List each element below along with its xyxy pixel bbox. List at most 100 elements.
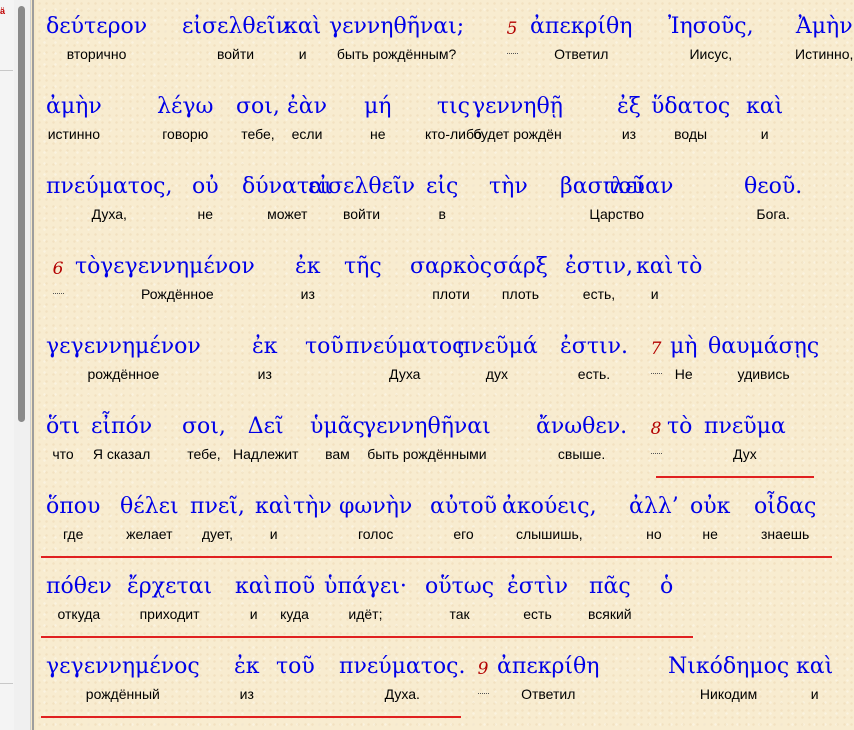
greek-word: πνεῦμα [704, 414, 786, 439]
verse-number-label: 5 [506, 19, 518, 39]
word-pair: θέλει желает [120, 494, 179, 541]
vertical-scrollbar[interactable] [14, 0, 31, 730]
word-pair: δεύτερον вторично [46, 14, 147, 61]
russian-gloss: где [62, 526, 84, 542]
russian-gloss: но [646, 526, 662, 542]
russian-gloss: из [257, 366, 272, 382]
russian-gloss [305, 367, 344, 381]
greek-word: οὐ [192, 174, 219, 199]
verse-marker-dots [52, 287, 64, 294]
russian-gloss: и [249, 606, 258, 622]
greek-word: σάρξ [493, 254, 548, 279]
russian-gloss: будет рождён [473, 126, 562, 142]
verse-number[interactable]: 8 [644, 414, 668, 454]
word-pair: θαυμάσῃς удивись [708, 334, 819, 381]
russian-gloss: плоти [432, 286, 470, 302]
word-pair: πνεύματος, Духа, [46, 174, 173, 221]
russian-gloss: Рождённое [141, 286, 214, 302]
russian-gloss: что [52, 446, 74, 462]
greek-word: οἶδας [754, 494, 817, 519]
pane-marker: ä [0, 6, 6, 16]
russian-gloss: Надлежит [233, 446, 299, 462]
russian-gloss: желает [126, 526, 173, 542]
greek-word: ὑμᾶς [310, 414, 365, 439]
russian-gloss: знаешь [761, 526, 810, 542]
greek-word: ὁ [660, 574, 674, 599]
left-navigation-pane: ä [0, 0, 15, 730]
word-pair: ἀπεκρίθη Ответил [530, 14, 632, 61]
verse-number-label: 7 [650, 339, 662, 359]
verse-number-label: 8 [650, 419, 662, 439]
word-pair: οὐ не [192, 174, 219, 221]
word-pair: ἄνωθεν. свыше. [536, 414, 627, 461]
word-pair: πνεῖ, дует, [190, 494, 245, 541]
word-pair: πόθεν откуда [46, 574, 112, 621]
russian-gloss: истинно [47, 126, 101, 142]
scrollbar-thumb[interactable] [18, 6, 25, 422]
greek-word: τοῦ [606, 174, 645, 199]
text-line: 6 τὸ γεγεννημένον Рождённое ἐκ из τῆς σαρκὸς пло… [36, 240, 854, 320]
text-line: δεύτερον вторично εἰσελθεῖν войти καὶ и γεννηθ… [36, 0, 854, 80]
greek-word: ἐκ [252, 334, 278, 359]
word-pair: γεννηθῆναι; быть рождённым? [329, 14, 464, 61]
russian-gloss: Никодим [699, 686, 758, 702]
word-pair: τοῦ [305, 334, 344, 381]
word-pair: πνεῦμα Дух [704, 414, 786, 461]
word-pair: πνεύματος. Духа. [339, 654, 466, 701]
word-pair: καὶ и [746, 94, 783, 141]
verse-marker-dots [650, 367, 662, 374]
word-pair: καὶ и [235, 574, 272, 621]
greek-word: ἐκ [295, 254, 321, 279]
word-pair: ἀλλ’ но [629, 494, 679, 541]
pane-divider [0, 70, 13, 71]
word-pair: τοῦ [606, 174, 645, 221]
greek-word: γεννηθῆναι; [329, 14, 465, 39]
greek-word: αὐτοῦ [430, 494, 498, 519]
russian-gloss: Духа. [384, 686, 420, 702]
word-pair: ὑπάγει· идёт; [324, 574, 407, 621]
word-pair: πνεῦμά дух [456, 334, 538, 381]
verse-number[interactable]: 9 [471, 654, 495, 694]
greek-word: πόθεν [46, 574, 112, 599]
greek-word: Νικόδημος [668, 654, 790, 679]
russian-gloss: быть рождённым? [336, 46, 457, 62]
pane-splitter[interactable] [32, 0, 34, 730]
word-pair: τὸ [667, 414, 692, 461]
word-pair: τῆς [344, 254, 382, 301]
greek-word: θέλει [120, 494, 179, 519]
verse-number[interactable]: 6 [46, 254, 70, 294]
word-pair: ἐξ из [617, 94, 641, 141]
greek-word: οὐκ [690, 494, 731, 519]
highlight-underline [41, 556, 832, 558]
verse-number[interactable]: 7 [644, 334, 668, 374]
word-pair: ἐὰν если [287, 94, 327, 141]
greek-word: τοῦ [305, 334, 344, 359]
word-pair: σαρκὸς плоти [410, 254, 492, 301]
russian-gloss: свыше. [557, 446, 606, 462]
russian-gloss: приходит [139, 606, 200, 622]
pane-divider [0, 683, 13, 684]
word-pair: Νικόδημος Никодим [668, 654, 789, 701]
word-pair: ἀκούεις, слышишь, [502, 494, 597, 541]
word-pair: λέγω говорю [157, 94, 213, 141]
russian-gloss: Ответил [554, 46, 609, 62]
greek-word: εἰσελθεῖν [182, 14, 290, 39]
word-pair: σοι, тебе, [182, 414, 226, 461]
greek-word: ἀλλ’ [629, 494, 679, 519]
text-line: ἀμὴν истинно λέγω говорю σοι, тебе, ἐὰν если μή н… [36, 80, 854, 160]
word-pair: εἶπόν Я сказал [91, 414, 152, 461]
word-pair: ἐκ из [252, 334, 278, 381]
russian-gloss: не [369, 126, 386, 142]
word-pair: τὴν [489, 174, 528, 221]
verse-number[interactable]: 5 [500, 14, 524, 54]
greek-word: τὸ [75, 254, 101, 279]
word-pair: εἰσελθεῖν войти [308, 174, 415, 221]
word-pair: ὅπου где [46, 494, 100, 541]
russian-gloss: Духа, [91, 206, 127, 222]
russian-gloss: Не [674, 366, 693, 382]
word-pair: θεοῦ. Бога. [744, 174, 802, 221]
word-pair: Ἰησοῦς, Иисус, [668, 14, 754, 61]
word-pair: ὕδατος воды [651, 94, 730, 141]
russian-gloss: дух [485, 366, 508, 382]
word-pair: καὶ и [255, 494, 292, 541]
